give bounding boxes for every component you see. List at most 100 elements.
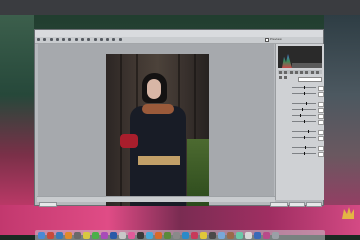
slider-row — [278, 92, 324, 97]
slider-track[interactable] — [292, 120, 316, 123]
slider-thumb[interactable] — [300, 114, 301, 117]
slider-thumb[interactable] — [302, 108, 303, 111]
app-icon[interactable] — [128, 231, 135, 239]
app-icon[interactable] — [245, 231, 252, 239]
slider-thumb[interactable] — [304, 136, 305, 139]
image-canvas[interactable] — [38, 44, 274, 206]
app-icon[interactable] — [173, 231, 180, 239]
slider-value[interactable] — [318, 114, 324, 119]
slider-track[interactable] — [292, 108, 316, 111]
slider-row — [278, 120, 324, 125]
slider-value[interactable] — [318, 108, 324, 113]
slider-thumb[interactable] — [304, 152, 305, 155]
crop-tool-icon[interactable] — [68, 38, 72, 41]
tab-detail-icon[interactable] — [289, 71, 293, 74]
app-icon[interactable] — [101, 231, 108, 239]
hand-tool-icon[interactable] — [43, 38, 47, 41]
done-button[interactable] — [306, 202, 322, 207]
app-icon[interactable] — [182, 231, 189, 239]
slider-value[interactable] — [318, 92, 324, 97]
slider-thumb[interactable] — [305, 146, 306, 149]
slider-value[interactable] — [318, 120, 324, 125]
slider-row — [278, 136, 324, 141]
app-icon[interactable] — [227, 231, 234, 239]
tab-hsl-icon[interactable] — [294, 71, 298, 74]
tab-split-toning-icon[interactable] — [300, 71, 304, 74]
slider-value[interactable] — [318, 152, 324, 157]
preview-checkbox[interactable] — [265, 38, 269, 42]
app-icon[interactable] — [74, 231, 81, 239]
save-image-button[interactable] — [39, 202, 57, 207]
top-strip — [40, 6, 320, 11]
tab-tone-curve-icon[interactable] — [284, 71, 288, 74]
spot-removal-icon[interactable] — [80, 38, 84, 41]
slider-thumb[interactable] — [304, 120, 305, 123]
finder-icon[interactable] — [38, 231, 45, 239]
app-icon[interactable] — [146, 231, 153, 239]
open-image-button[interactable] — [270, 202, 288, 207]
red-eye-icon[interactable] — [87, 38, 91, 41]
slider-thumb[interactable] — [308, 130, 309, 133]
white-balance-tool-icon[interactable] — [49, 38, 53, 41]
app-icon[interactable] — [263, 231, 270, 239]
slider-value[interactable] — [318, 146, 324, 151]
tab-basic-icon[interactable] — [279, 71, 282, 74]
slider-track[interactable] — [292, 102, 316, 105]
app-icon[interactable] — [119, 231, 126, 239]
app-icon[interactable] — [65, 231, 72, 239]
slider-value[interactable] — [318, 136, 324, 141]
app-icon[interactable] — [56, 231, 63, 239]
slider-track[interactable] — [292, 92, 316, 95]
app-icon[interactable] — [164, 231, 171, 239]
tab-lens-icon[interactable] — [305, 71, 309, 74]
slider-value[interactable] — [318, 102, 324, 107]
app-icon[interactable] — [254, 231, 261, 239]
color-sampler-icon[interactable] — [55, 38, 59, 41]
slider-thumb[interactable] — [304, 92, 305, 95]
slider-track[interactable] — [292, 114, 316, 117]
app-icon[interactable] — [218, 231, 225, 239]
app-icon[interactable] — [200, 231, 207, 239]
slider-row — [278, 114, 324, 119]
slider-thumb[interactable] — [306, 102, 307, 105]
graduated-filter-icon[interactable] — [99, 38, 103, 41]
tab-camera-calibration-icon[interactable] — [315, 71, 319, 74]
app-icon[interactable] — [92, 231, 99, 239]
subject-belt — [138, 156, 180, 165]
slider-row — [278, 152, 324, 157]
adjustments-panel — [275, 44, 324, 200]
slider-track[interactable] — [292, 146, 316, 149]
rotate-right-icon[interactable] — [118, 38, 122, 41]
app-icon[interactable] — [83, 231, 90, 239]
app-icon[interactable] — [47, 231, 54, 239]
trash-icon[interactable] — [272, 231, 279, 239]
preferences-icon[interactable] — [106, 38, 110, 41]
slider-track[interactable] — [292, 136, 316, 139]
white-balance-select[interactable] — [298, 77, 322, 82]
slider-track[interactable] — [292, 152, 316, 155]
app-icon[interactable] — [155, 231, 162, 239]
slider-track[interactable] — [292, 130, 316, 133]
app-icon[interactable] — [191, 231, 198, 239]
subject-sleeve — [120, 134, 138, 148]
status-bar — [37, 196, 275, 202]
panel-tabs — [278, 70, 322, 79]
slider-value[interactable] — [318, 86, 324, 91]
rotate-left-icon[interactable] — [112, 38, 116, 41]
app-icon[interactable] — [236, 231, 243, 239]
camera-raw-window: Preview — [34, 29, 324, 207]
zoom-tool-icon[interactable] — [37, 38, 40, 41]
slider-track[interactable] — [292, 86, 316, 89]
cancel-button[interactable] — [289, 202, 305, 207]
tab-effects-icon[interactable] — [310, 71, 314, 74]
app-icon[interactable] — [137, 231, 144, 239]
target-adjust-icon[interactable] — [62, 38, 66, 41]
slider-row — [278, 108, 324, 113]
preview-label: Preview — [270, 37, 282, 41]
slider-thumb[interactable] — [304, 86, 305, 89]
app-icon[interactable] — [110, 231, 117, 239]
slider-value[interactable] — [318, 130, 324, 135]
app-icon[interactable] — [209, 231, 216, 239]
adjustment-brush-icon[interactable] — [93, 38, 97, 41]
straighten-tool-icon[interactable] — [74, 38, 78, 41]
